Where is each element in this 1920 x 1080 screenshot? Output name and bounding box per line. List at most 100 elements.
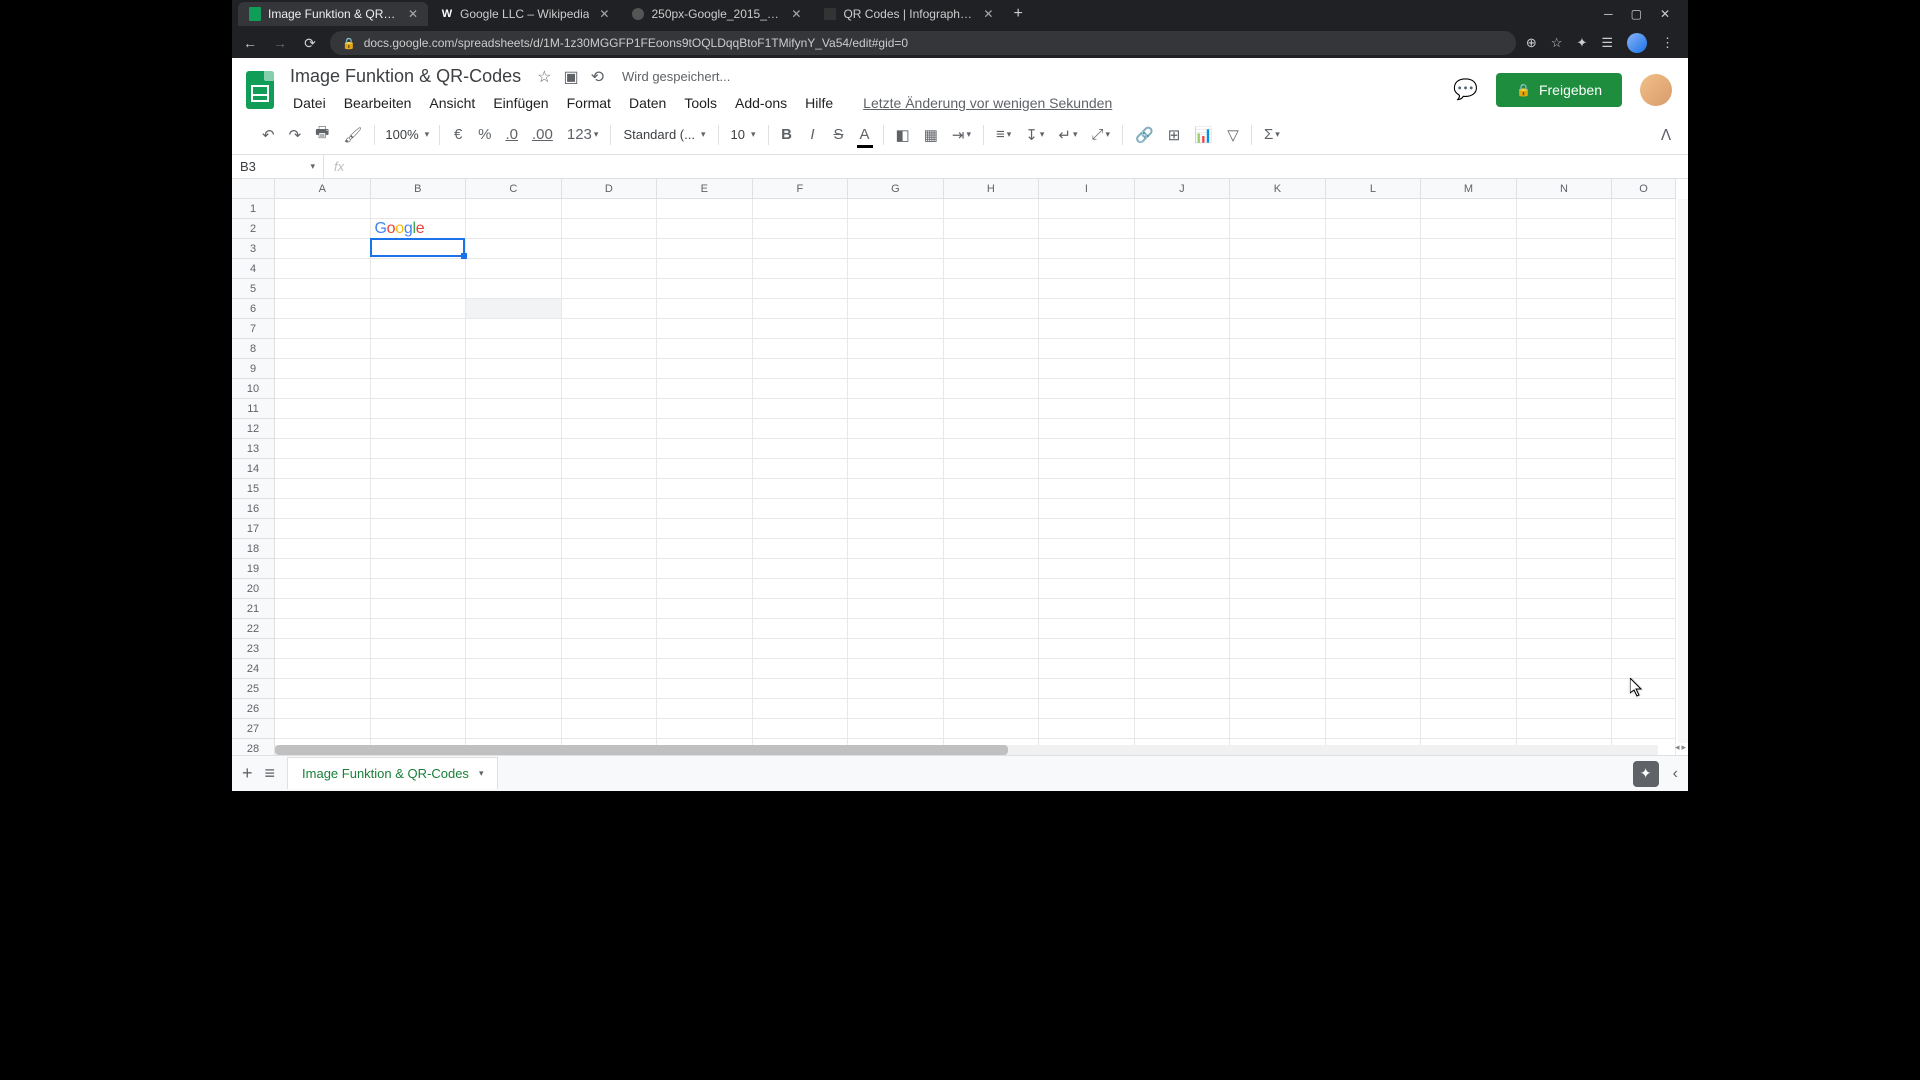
cell[interactable] bbox=[753, 659, 849, 679]
cell[interactable] bbox=[1039, 419, 1135, 439]
cell[interactable] bbox=[562, 219, 658, 239]
cell[interactable] bbox=[1421, 599, 1517, 619]
strikethrough-button[interactable]: S bbox=[827, 122, 851, 147]
add-sheet-button[interactable]: + bbox=[242, 763, 253, 784]
cell[interactable] bbox=[562, 379, 658, 399]
row-header[interactable]: 15 bbox=[232, 479, 275, 499]
cell[interactable] bbox=[1612, 559, 1676, 579]
row-header[interactable]: 8 bbox=[232, 339, 275, 359]
menu-daten[interactable]: Daten bbox=[622, 91, 673, 115]
cell[interactable] bbox=[371, 359, 467, 379]
cell[interactable] bbox=[1039, 519, 1135, 539]
percent-button[interactable]: % bbox=[472, 122, 497, 147]
cell[interactable] bbox=[657, 399, 753, 419]
cell[interactable] bbox=[753, 639, 849, 659]
cell[interactable] bbox=[1326, 439, 1422, 459]
menu-hilfe[interactable]: Hilfe bbox=[798, 91, 840, 115]
cell[interactable] bbox=[1326, 519, 1422, 539]
cell[interactable] bbox=[1135, 399, 1231, 419]
row-header[interactable]: 1 bbox=[232, 199, 275, 219]
cell[interactable] bbox=[1517, 219, 1613, 239]
cell[interactable] bbox=[944, 199, 1040, 219]
cell[interactable] bbox=[1517, 339, 1613, 359]
functions-button[interactable]: Σ▾ bbox=[1258, 122, 1286, 147]
cell[interactable] bbox=[1517, 419, 1613, 439]
cell[interactable] bbox=[944, 379, 1040, 399]
cell[interactable] bbox=[1135, 259, 1231, 279]
browser-tab[interactable]: QR Codes | Infographics | Goo✕ bbox=[813, 2, 1003, 26]
cell[interactable] bbox=[753, 419, 849, 439]
cell[interactable] bbox=[1421, 439, 1517, 459]
cell[interactable] bbox=[1039, 699, 1135, 719]
cell[interactable] bbox=[1421, 479, 1517, 499]
cell[interactable] bbox=[848, 439, 944, 459]
cell[interactable] bbox=[753, 359, 849, 379]
cell[interactable] bbox=[1230, 279, 1326, 299]
cell[interactable] bbox=[753, 199, 849, 219]
cell[interactable] bbox=[562, 619, 658, 639]
cell[interactable] bbox=[657, 699, 753, 719]
cell[interactable] bbox=[466, 399, 562, 419]
cell[interactable] bbox=[1230, 199, 1326, 219]
cell[interactable] bbox=[466, 679, 562, 699]
cell[interactable] bbox=[562, 579, 658, 599]
cell[interactable] bbox=[1612, 499, 1676, 519]
row-header[interactable]: 6 bbox=[232, 299, 275, 319]
cell[interactable] bbox=[1039, 459, 1135, 479]
cell[interactable] bbox=[1612, 379, 1676, 399]
menu-datei[interactable]: Datei bbox=[286, 91, 333, 115]
cell[interactable] bbox=[944, 219, 1040, 239]
cell[interactable] bbox=[1421, 239, 1517, 259]
cell[interactable] bbox=[848, 279, 944, 299]
cell[interactable] bbox=[371, 259, 467, 279]
cell[interactable] bbox=[1612, 199, 1676, 219]
row-header[interactable]: 28 bbox=[232, 739, 275, 755]
cell[interactable] bbox=[1326, 599, 1422, 619]
cell[interactable] bbox=[753, 579, 849, 599]
row-header[interactable]: 13 bbox=[232, 439, 275, 459]
cell[interactable] bbox=[848, 419, 944, 439]
cell[interactable] bbox=[848, 239, 944, 259]
cell[interactable] bbox=[848, 199, 944, 219]
cell[interactable] bbox=[1230, 539, 1326, 559]
cell[interactable] bbox=[1039, 679, 1135, 699]
number-format-dropdown[interactable]: 123▾ bbox=[561, 122, 605, 147]
cell[interactable] bbox=[371, 599, 467, 619]
cell[interactable] bbox=[944, 459, 1040, 479]
cell[interactable] bbox=[562, 359, 658, 379]
cell[interactable] bbox=[562, 279, 658, 299]
extensions-icon[interactable]: ✦ bbox=[1576, 35, 1587, 51]
cell[interactable] bbox=[1326, 559, 1422, 579]
row-header[interactable]: 9 bbox=[232, 359, 275, 379]
cell[interactable] bbox=[275, 219, 371, 239]
font-size-dropdown[interactable]: 10▾ bbox=[725, 127, 762, 142]
borders-button[interactable]: ▦ bbox=[918, 122, 944, 148]
url-field[interactable]: 🔒 docs.google.com/spreadsheets/d/1M-1z30… bbox=[330, 31, 1516, 55]
cell[interactable] bbox=[1326, 459, 1422, 479]
cell[interactable] bbox=[1230, 639, 1326, 659]
cell[interactable] bbox=[275, 599, 371, 619]
cell[interactable] bbox=[1230, 259, 1326, 279]
browser-tab[interactable]: 250px-Google_2015_logo.svg.pn✕ bbox=[621, 2, 811, 26]
cell[interactable] bbox=[466, 459, 562, 479]
cell[interactable] bbox=[1135, 679, 1231, 699]
cell[interactable] bbox=[753, 299, 849, 319]
all-sheets-button[interactable]: ≡ bbox=[265, 763, 276, 784]
cell[interactable] bbox=[1135, 339, 1231, 359]
cell[interactable] bbox=[562, 459, 658, 479]
cell[interactable] bbox=[275, 239, 371, 259]
cell[interactable] bbox=[1230, 379, 1326, 399]
cell[interactable] bbox=[1517, 239, 1613, 259]
cell[interactable] bbox=[657, 299, 753, 319]
cell[interactable] bbox=[1421, 579, 1517, 599]
cell[interactable] bbox=[1421, 379, 1517, 399]
cell[interactable] bbox=[275, 379, 371, 399]
row-header[interactable]: 2 bbox=[232, 219, 275, 239]
cell[interactable] bbox=[1517, 659, 1613, 679]
cell[interactable] bbox=[275, 479, 371, 499]
collapse-toolbar-button[interactable]: ᐱ bbox=[1654, 122, 1678, 148]
column-header[interactable]: C bbox=[466, 179, 562, 199]
cell[interactable] bbox=[1612, 239, 1676, 259]
cell[interactable] bbox=[944, 559, 1040, 579]
cell[interactable] bbox=[1135, 639, 1231, 659]
